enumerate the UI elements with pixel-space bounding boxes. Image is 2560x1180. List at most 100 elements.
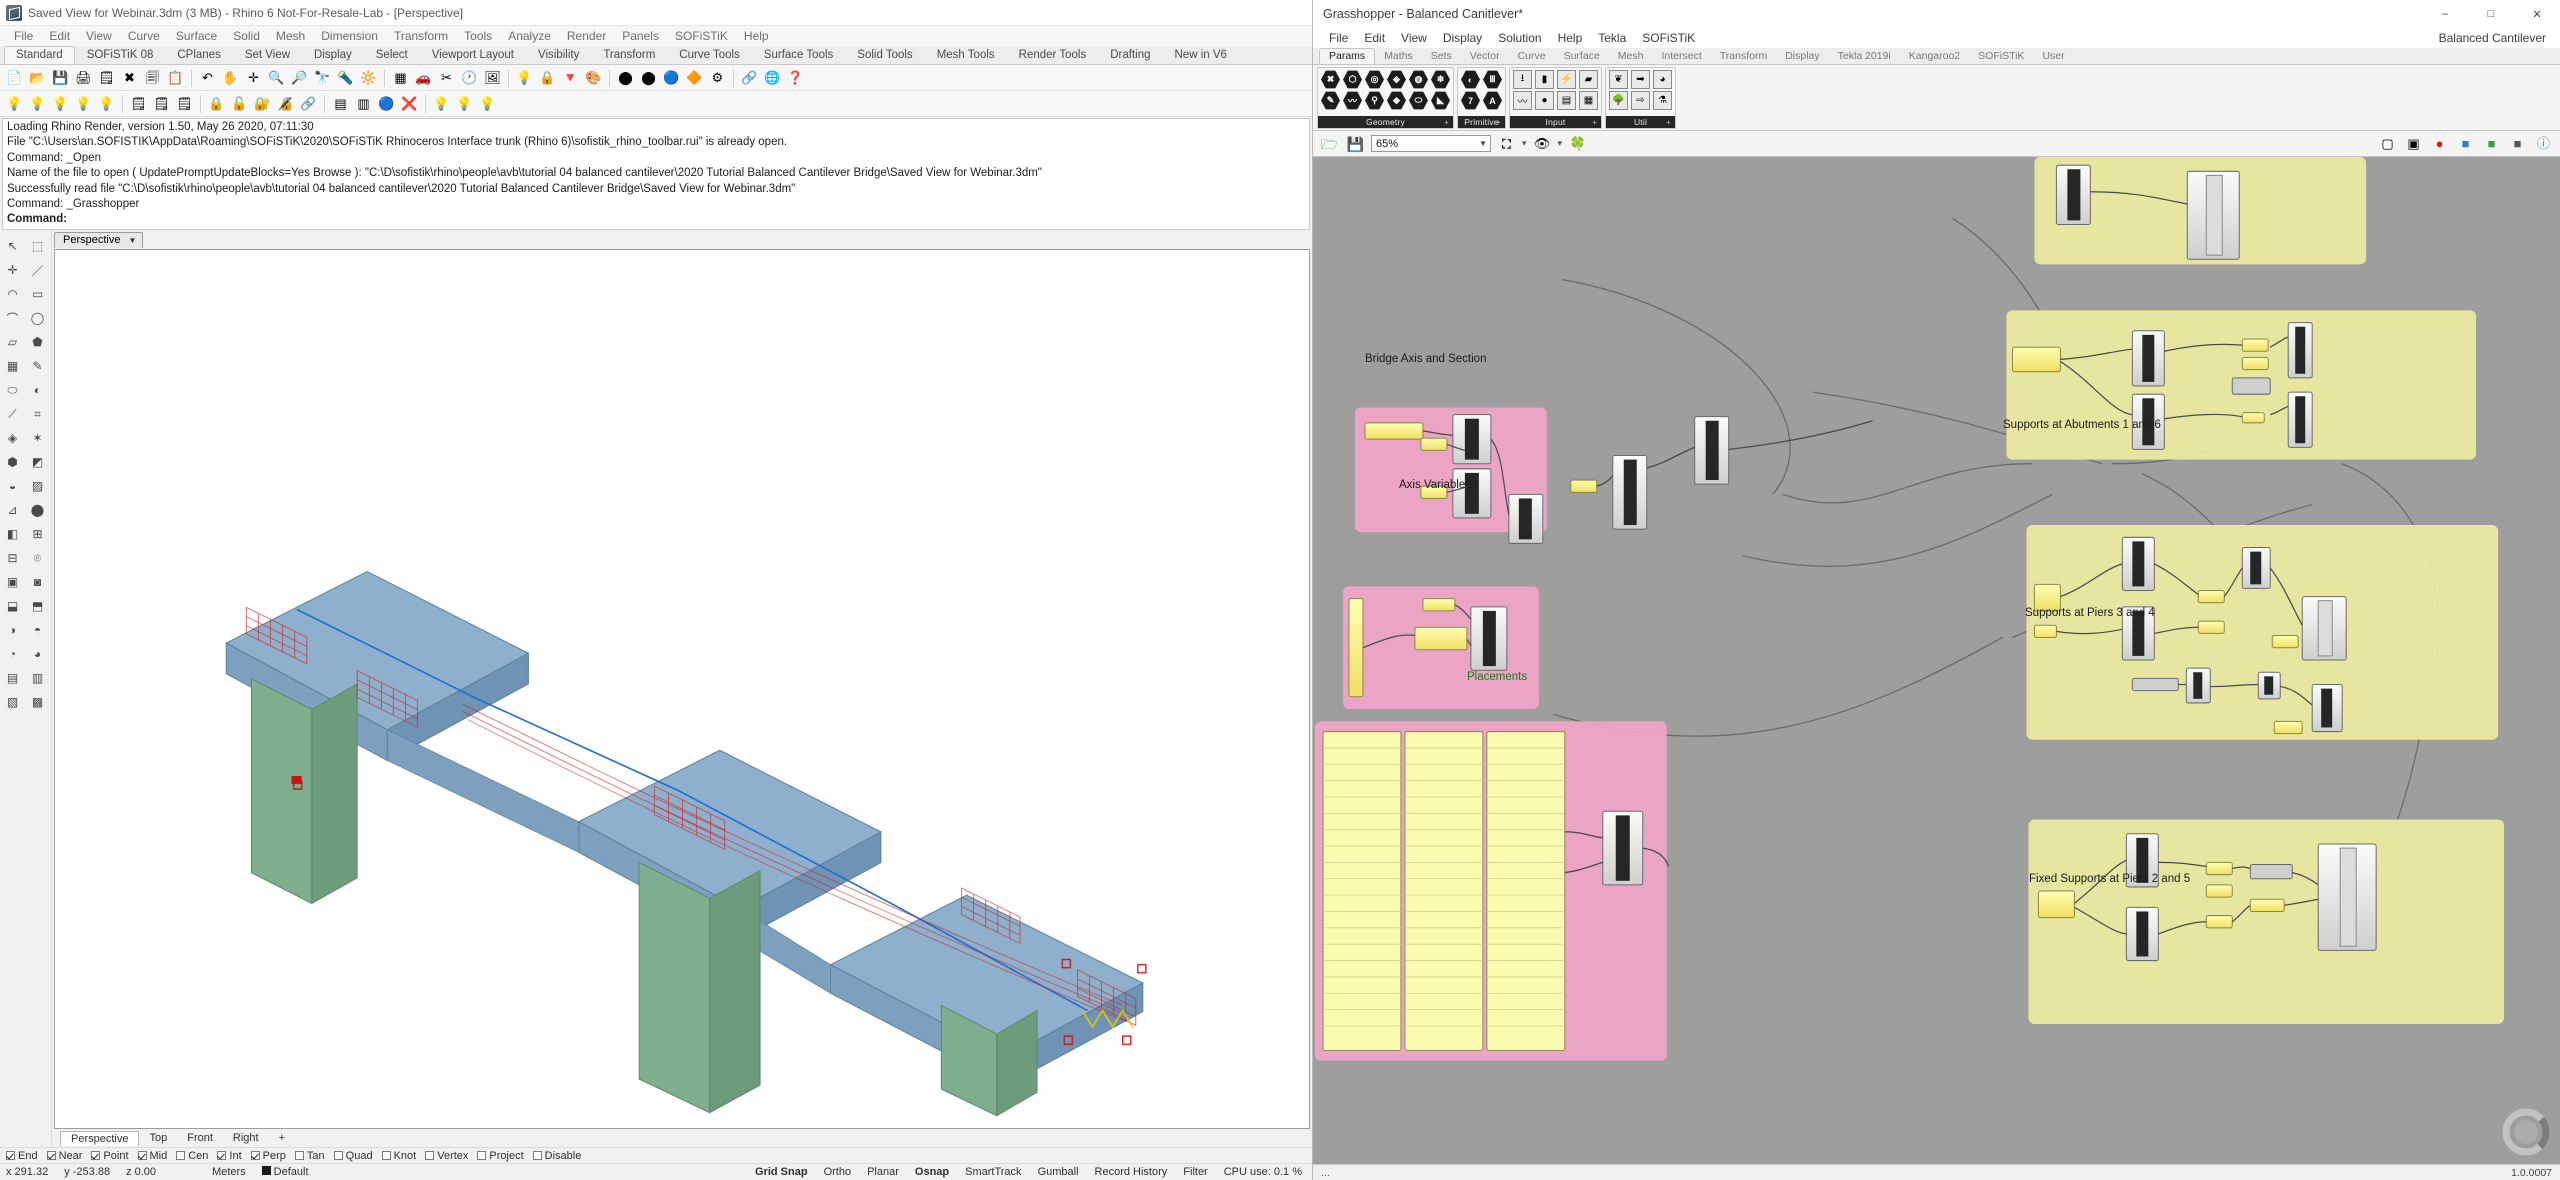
gh-tab-surface[interactable]: Surface [1555, 49, 1609, 64]
close-button[interactable]: ✕ [2514, 0, 2560, 28]
gh-tab-user[interactable]: User [2033, 49, 2073, 64]
gh-tab-vector[interactable]: Vector [1461, 49, 1509, 64]
rhino-tool-icon-15[interactable]: 🔆 [358, 67, 379, 88]
rhino-side-tool-14[interactable]: ⟋ [0, 402, 25, 426]
gh-component-icon-input-7[interactable]: ▦ [1579, 91, 1598, 110]
rhino-toolbar-tab-curve-tools[interactable]: Curve Tools [667, 46, 752, 64]
rhino-tool-icon-24[interactable]: 🎨 [583, 67, 604, 88]
ribbon-group-expand-icon[interactable]: + [1592, 118, 1597, 127]
rhino-side-tool-39[interactable]: ▩ [25, 690, 50, 714]
gh-component-icon-geometry-2[interactable]: ◎ [1365, 70, 1384, 89]
rhino-side-tool-36[interactable]: ▤ [0, 666, 25, 690]
gh-component-icon-geometry-9[interactable]: ◆ [1387, 91, 1406, 110]
chevron-down-icon[interactable]: ▼ [1479, 139, 1487, 148]
osnap-quad[interactable]: Quad [334, 1150, 373, 1162]
canvas-compass-widget[interactable] [2498, 1104, 2554, 1160]
bake-icon[interactable]: 🍀 [1567, 133, 1588, 154]
rhino-menu-analyze[interactable]: Analyze [500, 27, 559, 45]
rhino-tool-icon-20[interactable]: 🖼 [482, 67, 503, 88]
gh-tab-params[interactable]: Params [1319, 48, 1375, 64]
rhino-toolbar-tab-drafting[interactable]: Drafting [1098, 46, 1162, 64]
profiler-icon[interactable]: ▢ [2377, 133, 2398, 154]
rhino-layer-tool-icon-0[interactable]: 💡 [4, 93, 25, 114]
rhino-tool-icon-12[interactable]: 🔎 [289, 67, 310, 88]
gh-component-icon-geometry-0[interactable]: ✖ [1321, 70, 1340, 89]
rhino-tool-icon-5[interactable]: ✖ [119, 67, 140, 88]
gh-component-icon-geometry-8[interactable]: ⚲ [1365, 91, 1384, 110]
rhino-side-tool-8[interactable]: ▱ [0, 330, 25, 354]
status-layer[interactable]: Default [262, 1166, 309, 1178]
rhino-menu-mesh[interactable]: Mesh [268, 27, 313, 45]
viewport-add-tab-button[interactable]: + [269, 1131, 295, 1145]
osnap-int[interactable]: Int [217, 1150, 241, 1162]
gh-tab-curve[interactable]: Curve [1509, 49, 1555, 64]
gh-component-icon-geometry-4[interactable]: ◍ [1409, 70, 1428, 89]
rhino-layer-tool-icon-19[interactable]: 💡 [477, 93, 498, 114]
rhino-menu-edit[interactable]: Edit [41, 27, 78, 45]
rhino-layer-tool-icon-5[interactable]: 🗒 [128, 93, 149, 114]
gh-tab-display[interactable]: Display [1776, 49, 1828, 64]
rhino-menu-transform[interactable]: Transform [386, 27, 456, 45]
rhino-side-tool-33[interactable]: ◓ [25, 618, 50, 642]
rhino-side-tool-29[interactable]: ◙ [25, 570, 50, 594]
gh-component-icon-util-2[interactable]: ◕ [1653, 70, 1672, 89]
rhino-tool-icon-21[interactable]: 💡 [514, 67, 535, 88]
osnap-point[interactable]: Point [91, 1150, 128, 1162]
rhino-layer-tool-icon-10[interactable]: 🔐 [252, 93, 273, 114]
chevron-down-icon[interactable]: ▼ [128, 236, 136, 245]
rhino-side-tool-1[interactable]: ⬚ [25, 234, 50, 258]
gh-component-icon-util-1[interactable]: ➡ [1631, 70, 1650, 89]
rhino-toolbar-tab-sofistik-08[interactable]: SOFiSTiK 08 [75, 46, 166, 64]
rhino-tool-icon-31[interactable]: 🌐 [762, 67, 783, 88]
rhino-side-tool-15[interactable]: ⌗ [25, 402, 50, 426]
rhino-tool-icon-11[interactable]: 🔍 [266, 67, 287, 88]
gh-tab-mesh[interactable]: Mesh [1609, 49, 1653, 64]
gh-tab-intersect[interactable]: Intersect [1652, 49, 1710, 64]
gh-tab-maths[interactable]: Maths [1375, 49, 1422, 64]
viewport-title-tab[interactable]: Perspective ▼ [54, 232, 143, 248]
gh-menu-edit[interactable]: Edit [1356, 29, 1393, 47]
widget-c-icon[interactable]: ■ [2507, 133, 2528, 154]
rhino-layer-tool-icon-4[interactable]: 💡 [96, 93, 117, 114]
rhino-layer-tool-icon-15[interactable]: 🔵 [376, 93, 397, 114]
gh-tab-sets[interactable]: Sets [1422, 49, 1461, 64]
rhino-side-tool-31[interactable]: ⬒ [25, 594, 50, 618]
rhino-tool-icon-27[interactable]: 🔵 [661, 67, 682, 88]
osnap-knot[interactable]: Knot [382, 1150, 417, 1162]
minimize-button[interactable]: – [2422, 0, 2468, 28]
rhino-side-tool-11[interactable]: ✎ [25, 354, 50, 378]
rhino-tool-icon-30[interactable]: 🔗 [739, 67, 760, 88]
gh-component-icon-geometry-6[interactable]: ✎ [1321, 91, 1340, 110]
status-item-smarttrack[interactable]: SmartTrack [965, 1166, 1021, 1178]
gh-component-icon-util-0[interactable]: ❦ [1609, 70, 1628, 89]
gh-component-icon-input-4[interactable]: 〰 [1513, 91, 1532, 110]
osnap-vertex[interactable]: Vertex [425, 1150, 468, 1162]
zoom-extents-icon[interactable]: ⛶ [1496, 133, 1517, 154]
rhino-side-tool-34[interactable]: ◔ [0, 642, 25, 666]
zoom-extents-dropdown[interactable]: ▾ [1522, 138, 1527, 149]
rhino-side-tool-10[interactable]: ▦ [0, 354, 25, 378]
rhino-menu-view[interactable]: View [78, 27, 120, 45]
help-icon[interactable]: ⓘ [2533, 133, 2554, 154]
rhino-layer-tool-icon-16[interactable]: ❌ [399, 93, 420, 114]
rhino-tool-icon-29[interactable]: ⚙ [707, 67, 728, 88]
rhino-menu-surface[interactable]: Surface [168, 27, 225, 45]
rhino-tool-icon-26[interactable]: ⬤ [638, 67, 659, 88]
rhino-toolbar-tab-select[interactable]: Select [364, 46, 420, 64]
rhino-side-tool-22[interactable]: ⊿ [0, 498, 25, 522]
rhino-tool-icon-6[interactable]: 🗐 [142, 67, 163, 88]
rhino-tool-icon-16[interactable]: ▦ [390, 67, 411, 88]
widget-a-icon[interactable]: ■ [2455, 133, 2476, 154]
rhino-side-tool-3[interactable]: ／ [25, 258, 50, 282]
grasshopper-canvas[interactable]: Bridge Axis and Section Axis Variables P… [1313, 157, 2560, 1164]
gh-tab-kangaroo2[interactable]: Kangaroo2 [1900, 49, 1969, 64]
rhino-side-tool-17[interactable]: ✶ [25, 426, 50, 450]
gh-menu-solution[interactable]: Solution [1490, 29, 1549, 47]
gh-component-icon-geometry-5[interactable]: ❄ [1431, 70, 1450, 89]
rhino-tool-icon-25[interactable]: ⬤ [615, 67, 636, 88]
gh-tab-transform[interactable]: Transform [1711, 49, 1776, 64]
rhino-side-tool-23[interactable]: ⬤ [25, 498, 50, 522]
rhino-tool-icon-32[interactable]: ❓ [785, 67, 806, 88]
rhino-toolbar-tab-surface-tools[interactable]: Surface Tools [752, 46, 845, 64]
rhino-layer-tool-icon-1[interactable]: 💡 [27, 93, 48, 114]
